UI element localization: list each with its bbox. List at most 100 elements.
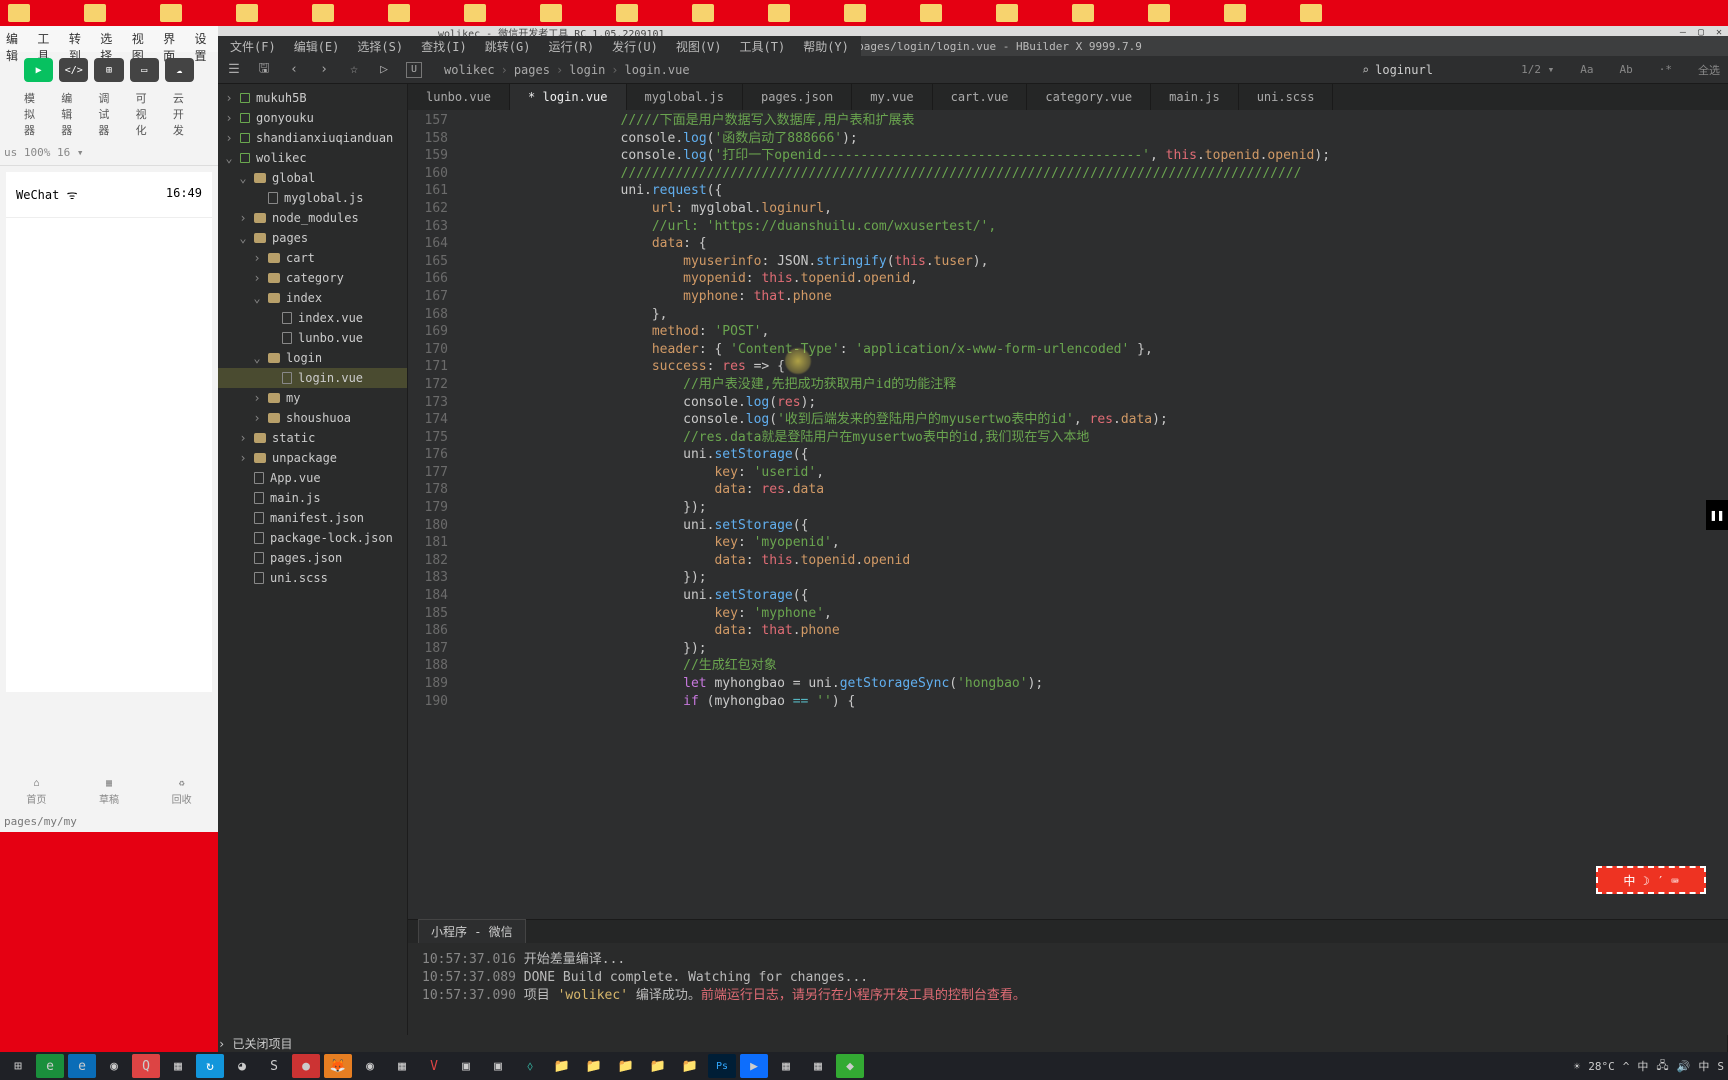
back-icon[interactable]: ‹: [286, 62, 302, 78]
tree-file[interactable]: main.js: [218, 488, 407, 508]
app-icon[interactable]: S: [260, 1054, 288, 1078]
tree-file[interactable]: pages.json: [218, 548, 407, 568]
ime-indicator[interactable]: 中: [1637, 1058, 1648, 1074]
folder-icon[interactable]: [540, 4, 562, 22]
menu-goto[interactable]: 跳转(G): [485, 38, 531, 52]
terminal-tab[interactable]: 小程序 - 微信: [418, 919, 526, 943]
breadcrumb-folder[interactable]: pages: [514, 63, 550, 77]
breadcrumb-project[interactable]: wolikec: [444, 63, 495, 77]
cloud-button[interactable]: ☁: [165, 58, 194, 82]
network-icon[interactable]: 🖧: [1656, 1057, 1668, 1076]
tree-folder[interactable]: ›shoushuoa: [218, 408, 407, 428]
app-icon[interactable]: ◕: [228, 1054, 256, 1078]
folder-icon[interactable]: [616, 4, 638, 22]
photoshop-icon[interactable]: Ps: [708, 1054, 736, 1078]
menu-view[interactable]: 视图(V): [676, 38, 722, 52]
ime-floating-panel[interactable]: 中 ☽ ′ ⌨: [1596, 866, 1706, 894]
menu-edit[interactable]: 编辑(E): [294, 38, 340, 52]
folder-icon[interactable]: [312, 4, 334, 22]
search-opt-regex[interactable]: ·*: [1659, 63, 1672, 76]
app-icon[interactable]: ◆: [836, 1054, 864, 1078]
editor-tab[interactable]: myglobal.js: [627, 84, 743, 110]
forward-icon[interactable]: ›: [316, 62, 332, 78]
firefox-icon[interactable]: 🦊: [324, 1054, 352, 1078]
folder-icon[interactable]: [844, 4, 866, 22]
terminal-icon[interactable]: ▣: [452, 1054, 480, 1078]
folder-icon[interactable]: [160, 4, 182, 22]
editor-tab[interactable]: cart.vue: [933, 84, 1028, 110]
save-icon[interactable]: 🖫: [256, 62, 272, 78]
folder-icon[interactable]: [692, 4, 714, 22]
folder-icon[interactable]: 📁: [548, 1054, 576, 1078]
tree-file[interactable]: package-lock.json: [218, 528, 407, 548]
folder-icon[interactable]: 📁: [612, 1054, 640, 1078]
folder-icon[interactable]: [1224, 4, 1246, 22]
app-icon[interactable]: ↻: [196, 1054, 224, 1078]
ime-indicator[interactable]: 中: [1698, 1058, 1709, 1074]
search-select-all[interactable]: 全选: [1698, 62, 1720, 78]
menu-run[interactable]: 运行(R): [548, 38, 594, 52]
editor-tab[interactable]: * login.vue: [510, 84, 626, 110]
search-opt-case[interactable]: Aa: [1580, 63, 1593, 76]
app-icon[interactable]: ●: [292, 1054, 320, 1078]
folder-icon[interactable]: [768, 4, 790, 22]
search-input[interactable]: [1375, 63, 1495, 77]
devtools-zoom-status[interactable]: us 100% 16 ▾: [0, 140, 218, 166]
search-opt-word[interactable]: Ab: [1620, 63, 1633, 76]
folder-icon[interactable]: [1072, 4, 1094, 22]
run-icon[interactable]: ▷: [376, 62, 392, 78]
tree-project[interactable]: ›shandianxiuqianduan: [218, 128, 407, 148]
tree-folder[interactable]: ›my: [218, 388, 407, 408]
folder-icon[interactable]: [920, 4, 942, 22]
editor-tab[interactable]: uni.scss: [1239, 84, 1334, 110]
terminal-output[interactable]: 10:57:37.016 开始差量编译...10:57:37.089 DONE …: [408, 943, 1728, 1035]
app-icon[interactable]: e: [36, 1054, 64, 1078]
menu-view[interactable]: 视图: [132, 30, 149, 48]
tree-folder[interactable]: ›category: [218, 268, 407, 288]
closed-projects-section[interactable]: › 已关闭项目: [218, 1035, 1728, 1052]
tree-folder[interactable]: ⌄index: [218, 288, 407, 308]
tree-file[interactable]: myglobal.js: [218, 188, 407, 208]
tree-project[interactable]: ›gonyouku: [218, 108, 407, 128]
pycharm-icon[interactable]: ▦: [772, 1054, 800, 1078]
editor-tab[interactable]: category.vue: [1027, 84, 1151, 110]
media-icon[interactable]: ▶: [740, 1054, 768, 1078]
folder-icon[interactable]: [1300, 4, 1322, 22]
folder-icon[interactable]: [1148, 4, 1170, 22]
weather-icon[interactable]: ☀: [1574, 1060, 1581, 1073]
folder-icon[interactable]: [8, 4, 30, 22]
folder-icon[interactable]: 📁: [676, 1054, 704, 1078]
tree-file[interactable]: lunbo.vue: [218, 328, 407, 348]
star-icon[interactable]: ☆: [346, 62, 362, 78]
folder-icon[interactable]: [464, 4, 486, 22]
folder-icon[interactable]: [84, 4, 106, 22]
menu-select[interactable]: 选择: [100, 30, 117, 48]
menu-file[interactable]: 文件(F): [230, 38, 276, 52]
chrome-icon[interactable]: ◉: [100, 1054, 128, 1078]
app-icon[interactable]: ▦: [388, 1054, 416, 1078]
app-icon[interactable]: S: [1717, 1060, 1724, 1073]
chrome-icon[interactable]: ◉: [356, 1054, 384, 1078]
tree-folder[interactable]: ›unpackage: [218, 448, 407, 468]
menu-ui[interactable]: 界面: [163, 30, 180, 48]
menu-settings[interactable]: 设置: [195, 30, 212, 48]
start-icon[interactable]: ⊞: [4, 1054, 32, 1078]
editor-tab[interactable]: lunbo.vue: [408, 84, 510, 110]
menu-help[interactable]: 帮助(Y): [803, 38, 849, 52]
tree-folder[interactable]: ⌄pages: [218, 228, 407, 248]
pause-overlay-button[interactable]: ❚❚: [1706, 500, 1728, 530]
folder-icon[interactable]: [996, 4, 1018, 22]
tab-home[interactable]: ⌂首页: [26, 778, 46, 806]
tree-project[interactable]: ›mukuh5B: [218, 88, 407, 108]
folder-icon[interactable]: [388, 4, 410, 22]
tree-file[interactable]: uni.scss: [218, 568, 407, 588]
view-button[interactable]: ▭: [130, 58, 159, 82]
app-icon[interactable]: Q: [132, 1054, 160, 1078]
tray-chevron-icon[interactable]: ^: [1623, 1060, 1630, 1073]
tree-file[interactable]: index.vue: [218, 308, 407, 328]
tab-recycle[interactable]: ♻回收: [172, 778, 192, 806]
menu-goto[interactable]: 转到: [69, 30, 86, 48]
play-button[interactable]: ▶: [24, 58, 53, 82]
code-editor[interactable]: 157 158 159 160 161 162 163 164 165 166 …: [408, 110, 1728, 919]
menu-edit[interactable]: 编辑: [6, 30, 23, 48]
